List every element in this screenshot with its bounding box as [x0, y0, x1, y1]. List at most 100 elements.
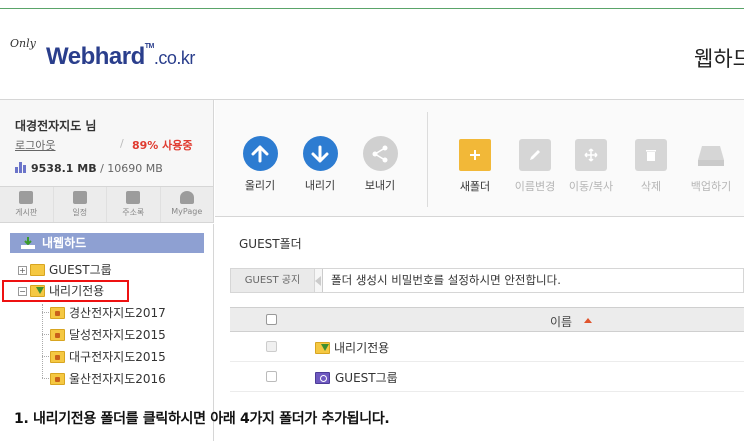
quicknav-mypage-label: MyPage	[171, 207, 203, 216]
quicknav-board[interactable]: 게시판	[0, 187, 54, 222]
addressbook-icon	[126, 191, 141, 204]
rename-button[interactable]: 이름변경	[505, 137, 565, 194]
quicknav-board-label: 게시판	[15, 208, 38, 217]
upload-label: 올리기	[244, 179, 276, 192]
quicknav-addressbook-label: 주소록	[122, 208, 145, 217]
quicknav-calendar-label: 일정	[72, 208, 88, 217]
tree-item-label: 경산전자지도2017	[69, 306, 166, 320]
column-name[interactable]: 이름	[550, 313, 572, 330]
new-folder-label: 새폴더	[459, 180, 491, 193]
rename-label: 이름변경	[514, 180, 556, 193]
folder-icon	[30, 264, 45, 276]
row-checkbox[interactable]	[266, 371, 277, 382]
quicknav-calendar[interactable]: 일정	[54, 187, 107, 222]
storage-info: 9538.1 MB / 10690 MB	[15, 162, 163, 175]
tree-branch	[42, 378, 49, 379]
logo-domain: .co.kr	[153, 48, 196, 68]
notice-pointer	[315, 276, 321, 286]
download-icon	[302, 136, 338, 171]
locked-folder-icon	[50, 373, 65, 385]
download-tray-icon	[20, 236, 36, 256]
locked-folder-icon	[50, 351, 65, 363]
tree-item-label: 대구전자지도2015	[69, 350, 166, 364]
file-name-label: 내리기전용	[334, 341, 390, 355]
logo-main-text: WebhardTM.co.kr	[46, 43, 195, 71]
trash-icon	[635, 139, 667, 171]
user-icon	[179, 191, 194, 204]
board-icon	[19, 191, 34, 204]
tree-connector	[42, 304, 43, 378]
toolbar-divider	[427, 112, 428, 207]
tree-item-guest-group[interactable]: + GUEST그룹	[18, 262, 112, 278]
logo-tm: TM	[144, 43, 155, 50]
table-header: 이름	[230, 307, 744, 332]
move-copy-label: 이동/복사	[568, 180, 614, 193]
select-all-checkbox[interactable]	[266, 314, 277, 325]
toolbar: 올리기 내리기 보내기 새폴더 이름변경 이동/복사 삭제 백업하기	[215, 100, 744, 217]
file-name[interactable]: GUEST그룹	[315, 369, 398, 386]
tree-item-gyeongsan[interactable]: 경산전자지도2017	[50, 305, 166, 321]
file-table: 이름 내리기전용 GUEST그룹	[230, 307, 744, 392]
pencil-icon	[519, 139, 551, 171]
tree-item-dalseong[interactable]: 달성전자지도2015	[50, 327, 166, 343]
header: Only WebhardTM.co.kr 웹하드	[0, 9, 744, 100]
tree-item-download-only[interactable]: − 내리기전용	[18, 283, 104, 299]
delete-button[interactable]: 삭제	[621, 137, 681, 194]
tree-item-daegu[interactable]: 대구전자지도2015	[50, 349, 166, 365]
storage-total: / 10690 MB	[100, 162, 163, 175]
file-name-label: GUEST그룹	[335, 371, 398, 385]
quicknav-addressbook[interactable]: 주소록	[107, 187, 161, 222]
collapse-minus-icon[interactable]: −	[18, 287, 27, 296]
delete-label: 삭제	[640, 180, 662, 193]
storage-bar-icon	[15, 162, 27, 173]
download-folder-icon	[315, 342, 330, 354]
header-title: 웹하드	[694, 47, 744, 71]
quicknav-mypage[interactable]: MyPage	[161, 187, 214, 222]
locked-folder-icon	[50, 307, 65, 319]
download-button[interactable]: 내리기	[290, 136, 350, 193]
notice-text: 폴더 생성시 비밀번호를 설정하시면 안전합니다.	[322, 269, 743, 292]
logout-link[interactable]: 로그아웃	[15, 137, 55, 153]
tree-item-label: 내리기전용	[49, 284, 105, 298]
backup-label: 백업하기	[690, 180, 732, 193]
download-label: 내리기	[304, 179, 336, 192]
tree-item-label: GUEST그룹	[49, 263, 112, 277]
new-folder-icon	[459, 139, 491, 171]
tree-item-ulsan[interactable]: 울산전자지도2016	[50, 371, 166, 387]
quick-nav: 게시판 일정 주소록 MyPage	[0, 186, 214, 223]
tree-root-label: 내웹하드	[42, 236, 87, 250]
calendar-icon	[72, 191, 87, 204]
table-row[interactable]: GUEST그룹	[230, 362, 744, 392]
notice-label: GUEST 공지	[231, 269, 315, 292]
storage-used: 9538.1 MB	[31, 162, 97, 175]
download-folder-icon	[30, 285, 45, 297]
sort-asc-icon[interactable]	[584, 318, 592, 323]
notice-bar: GUEST 공지 폴더 생성시 비밀번호를 설정하시면 안전합니다.	[230, 268, 744, 293]
upload-button[interactable]: 올리기	[230, 136, 290, 193]
logo-webhard: Webhard	[46, 43, 145, 70]
upload-icon	[242, 136, 278, 171]
user-panel: 대경전자지도 님 로그아웃 / 89% 사용중 9538.1 MB / 1069…	[0, 100, 214, 186]
guest-folder-icon	[315, 372, 330, 384]
send-button[interactable]: 보내기	[350, 136, 410, 193]
expand-plus-icon[interactable]: +	[18, 266, 27, 275]
move-copy-button[interactable]: 이동/복사	[561, 137, 621, 194]
row-checkbox[interactable]	[266, 341, 277, 352]
move-icon	[575, 139, 607, 171]
breadcrumb: GUEST폴더	[239, 237, 302, 251]
tree-item-label: 달성전자지도2015	[69, 328, 166, 342]
instruction-caption: 1. 내리기전용 폴더를 클릭하시면 아래 4가지 폴더가 추가됩니다.	[14, 411, 390, 427]
backup-button[interactable]: 백업하기	[681, 137, 741, 194]
table-row[interactable]: 내리기전용	[230, 332, 744, 362]
usage-percent: 89% 사용중	[132, 139, 193, 152]
tree-branch	[42, 334, 49, 335]
usage-separator: /	[120, 137, 124, 150]
drive-icon	[695, 139, 727, 171]
send-label: 보내기	[364, 179, 396, 192]
tree-root[interactable]: 내웹하드	[10, 233, 204, 253]
tree-branch	[42, 356, 49, 357]
new-folder-button[interactable]: 새폴더	[445, 137, 505, 194]
share-icon	[362, 136, 398, 171]
file-name[interactable]: 내리기전용	[315, 339, 389, 356]
logo-only-text: Only	[10, 37, 36, 50]
